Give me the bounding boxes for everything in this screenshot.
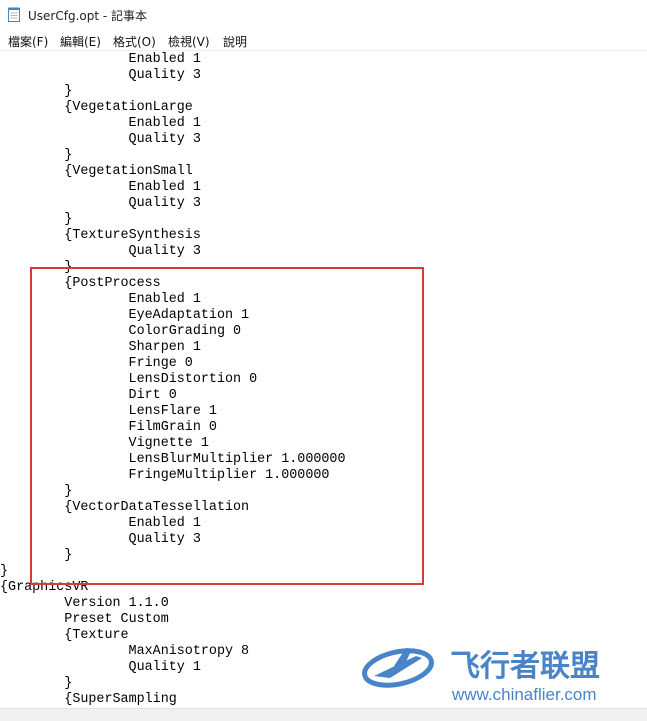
window-title: UserCfg.opt - 記事本 bbox=[28, 9, 148, 23]
text-line: Enabled 1 bbox=[0, 115, 201, 131]
text-line: {GraphicsVR bbox=[0, 579, 89, 595]
text-line: Vignette 1 bbox=[0, 435, 209, 451]
text-line: LensFlare 1 bbox=[0, 403, 217, 419]
text-editor-area[interactable]: Enabled 1 Quality 3 } {VegetationLarge E… bbox=[0, 51, 647, 710]
text-line: EyeAdaptation 1 bbox=[0, 307, 250, 323]
text-line: Enabled 1 bbox=[0, 291, 201, 307]
text-line: } bbox=[0, 211, 73, 227]
text-line: Enabled 1 bbox=[0, 51, 201, 67]
text-line: Enabled 1 bbox=[0, 515, 201, 531]
horizontal-scrollbar[interactable] bbox=[0, 708, 647, 721]
text-line: Quality 3 bbox=[0, 531, 201, 547]
text-line: {SuperSampling bbox=[0, 691, 177, 707]
text-line: Sharpen 1 bbox=[0, 339, 201, 355]
menu-format[interactable]: 格式(O) bbox=[111, 32, 158, 51]
text-line: Preset Custom bbox=[0, 611, 169, 627]
text-line: LensBlurMultiplier 1.000000 bbox=[0, 451, 346, 467]
text-line: Dirt 0 bbox=[0, 387, 177, 403]
text-line: } bbox=[0, 83, 73, 99]
text-line: {VegetationLarge bbox=[0, 99, 193, 115]
title-bar: UserCfg.opt - 記事本 bbox=[0, 0, 647, 30]
text-line: } bbox=[0, 547, 73, 563]
text-line: FilmGrain 0 bbox=[0, 419, 217, 435]
watermark-brand: 飞行者联盟 bbox=[450, 649, 600, 684]
text-line: Quality 1 bbox=[0, 659, 201, 675]
text-line: ColorGrading 0 bbox=[0, 323, 242, 339]
text-line: Fringe 0 bbox=[0, 355, 193, 371]
notepad-icon bbox=[8, 7, 20, 22]
text-line: Quality 3 bbox=[0, 67, 201, 83]
text-line: MaxAnisotropy 8 bbox=[0, 643, 250, 659]
menu-help[interactable]: 說明 bbox=[221, 32, 249, 51]
text-line: Enabled 1 bbox=[0, 179, 201, 195]
menu-bar: 檔案(F) 編輯(E) 格式(O) 檢視(V) 說明 bbox=[0, 30, 647, 51]
text-line: Quality 3 bbox=[0, 195, 201, 211]
text-line: } bbox=[0, 675, 73, 691]
menu-file[interactable]: 檔案(F) bbox=[6, 32, 50, 51]
watermark-url: www.chinaflier.com bbox=[451, 685, 597, 704]
text-line: {PostProcess bbox=[0, 275, 161, 291]
text-line: Quality 3 bbox=[0, 243, 201, 259]
text-line: } bbox=[0, 147, 73, 163]
text-line: {VectorDataTessellation bbox=[0, 499, 250, 515]
text-line: Version 1.1.0 bbox=[0, 595, 169, 611]
plane-globe-icon bbox=[362, 648, 434, 688]
text-line: {VegetationSmall bbox=[0, 163, 193, 179]
text-line: {TextureSynthesis bbox=[0, 227, 201, 243]
text-line: } bbox=[0, 563, 9, 579]
text-line: FringeMultiplier 1.000000 bbox=[0, 467, 330, 483]
text-line: LensDistortion 0 bbox=[0, 371, 258, 387]
text-line: } bbox=[0, 483, 73, 499]
text-line: } bbox=[0, 259, 73, 275]
text-line: Quality 3 bbox=[0, 131, 201, 147]
menu-edit[interactable]: 編輯(E) bbox=[58, 32, 103, 51]
text-line: {Texture bbox=[0, 627, 129, 643]
menu-view[interactable]: 檢視(V) bbox=[166, 32, 212, 51]
watermark-logo: 飞行者联盟 www.chinaflier.com bbox=[362, 648, 600, 704]
